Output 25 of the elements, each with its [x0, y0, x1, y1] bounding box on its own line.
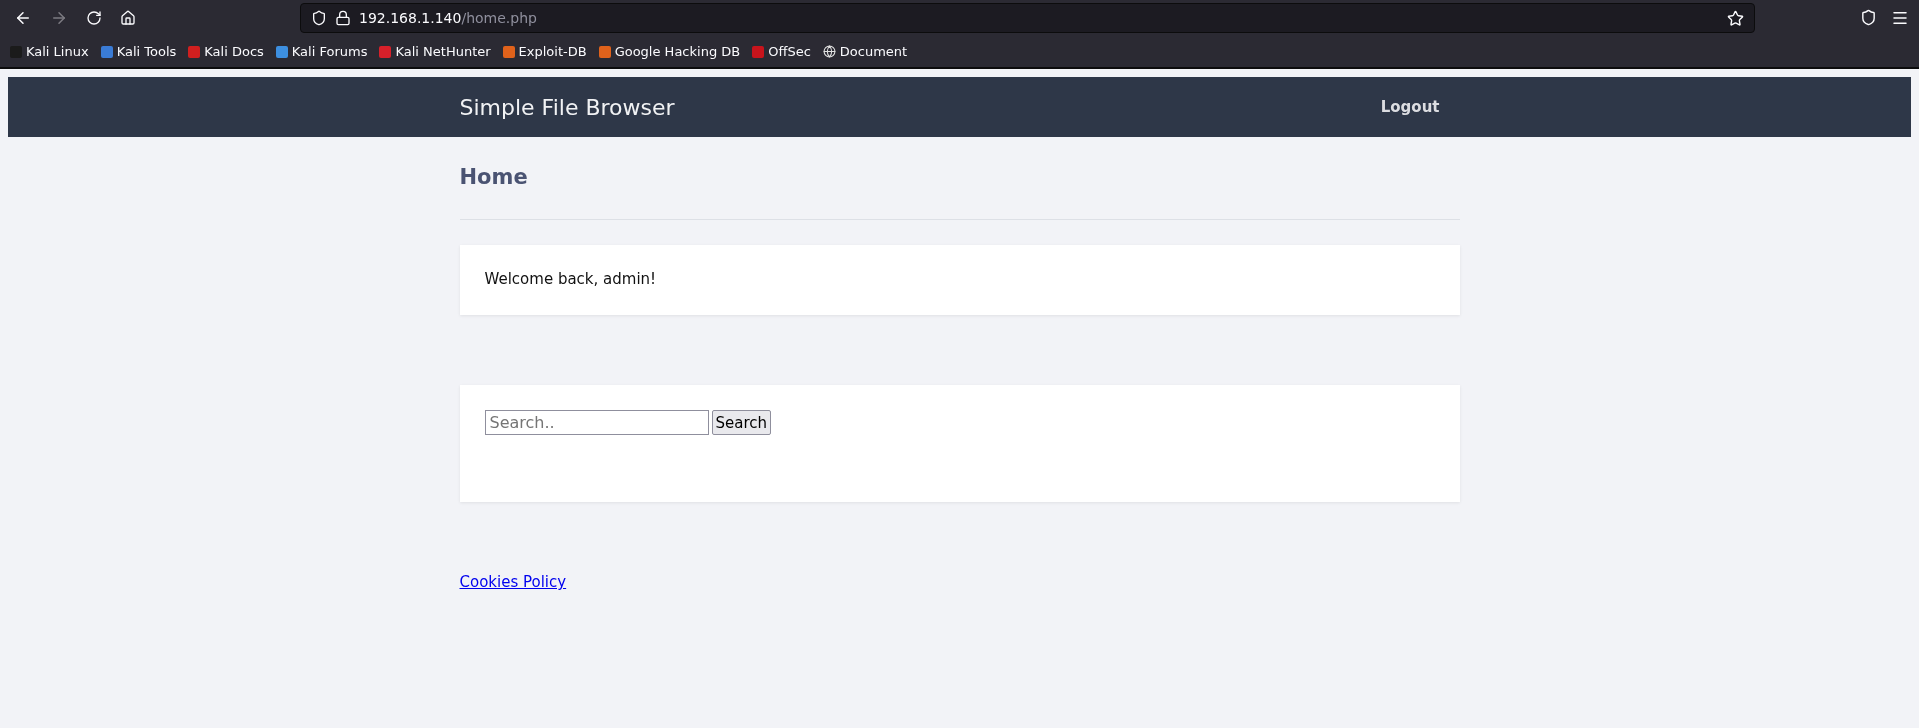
cookies-policy-link[interactable]: Cookies Policy [459, 573, 567, 591]
bookmark-link[interactable]: OffSec [752, 44, 811, 59]
search-field[interactable]: Search.. [484, 410, 709, 435]
star-icon[interactable] [1727, 9, 1744, 27]
bookmark-link[interactable]: Google Hacking DB [598, 44, 741, 59]
bookmark-link[interactable]: Exploit-DB [502, 44, 587, 59]
lock-icon [335, 10, 351, 26]
welcome-message: Welcome back, admin! [484, 270, 658, 288]
bookmark-link[interactable]: Document [822, 44, 908, 59]
bookmark-link[interactable]: Kali NetHunter [379, 44, 491, 59]
menu-icon[interactable] [1891, 9, 1909, 27]
url-text: 192.168.1.140/home.php [359, 10, 538, 26]
address-bar[interactable]: 192.168.1.140/home.php [300, 3, 1755, 33]
logout-link[interactable]: Logout [1380, 98, 1440, 116]
site-title: Simple File Browser [459, 94, 675, 120]
page-heading: Home [459, 165, 529, 189]
bookmark-link[interactable]: Kali Tools [100, 44, 177, 59]
search-button[interactable]: Search [711, 410, 772, 435]
reload-icon [86, 10, 102, 26]
forward-arrow-icon [50, 9, 68, 27]
shield-icon [311, 10, 327, 26]
bookmark-link[interactable]: Kali Linux [10, 44, 89, 59]
home-icon [120, 10, 136, 26]
bookmark-link[interactable]: Kali Docs [188, 44, 264, 59]
bookmark-link[interactable]: Kali Forums [275, 44, 368, 59]
